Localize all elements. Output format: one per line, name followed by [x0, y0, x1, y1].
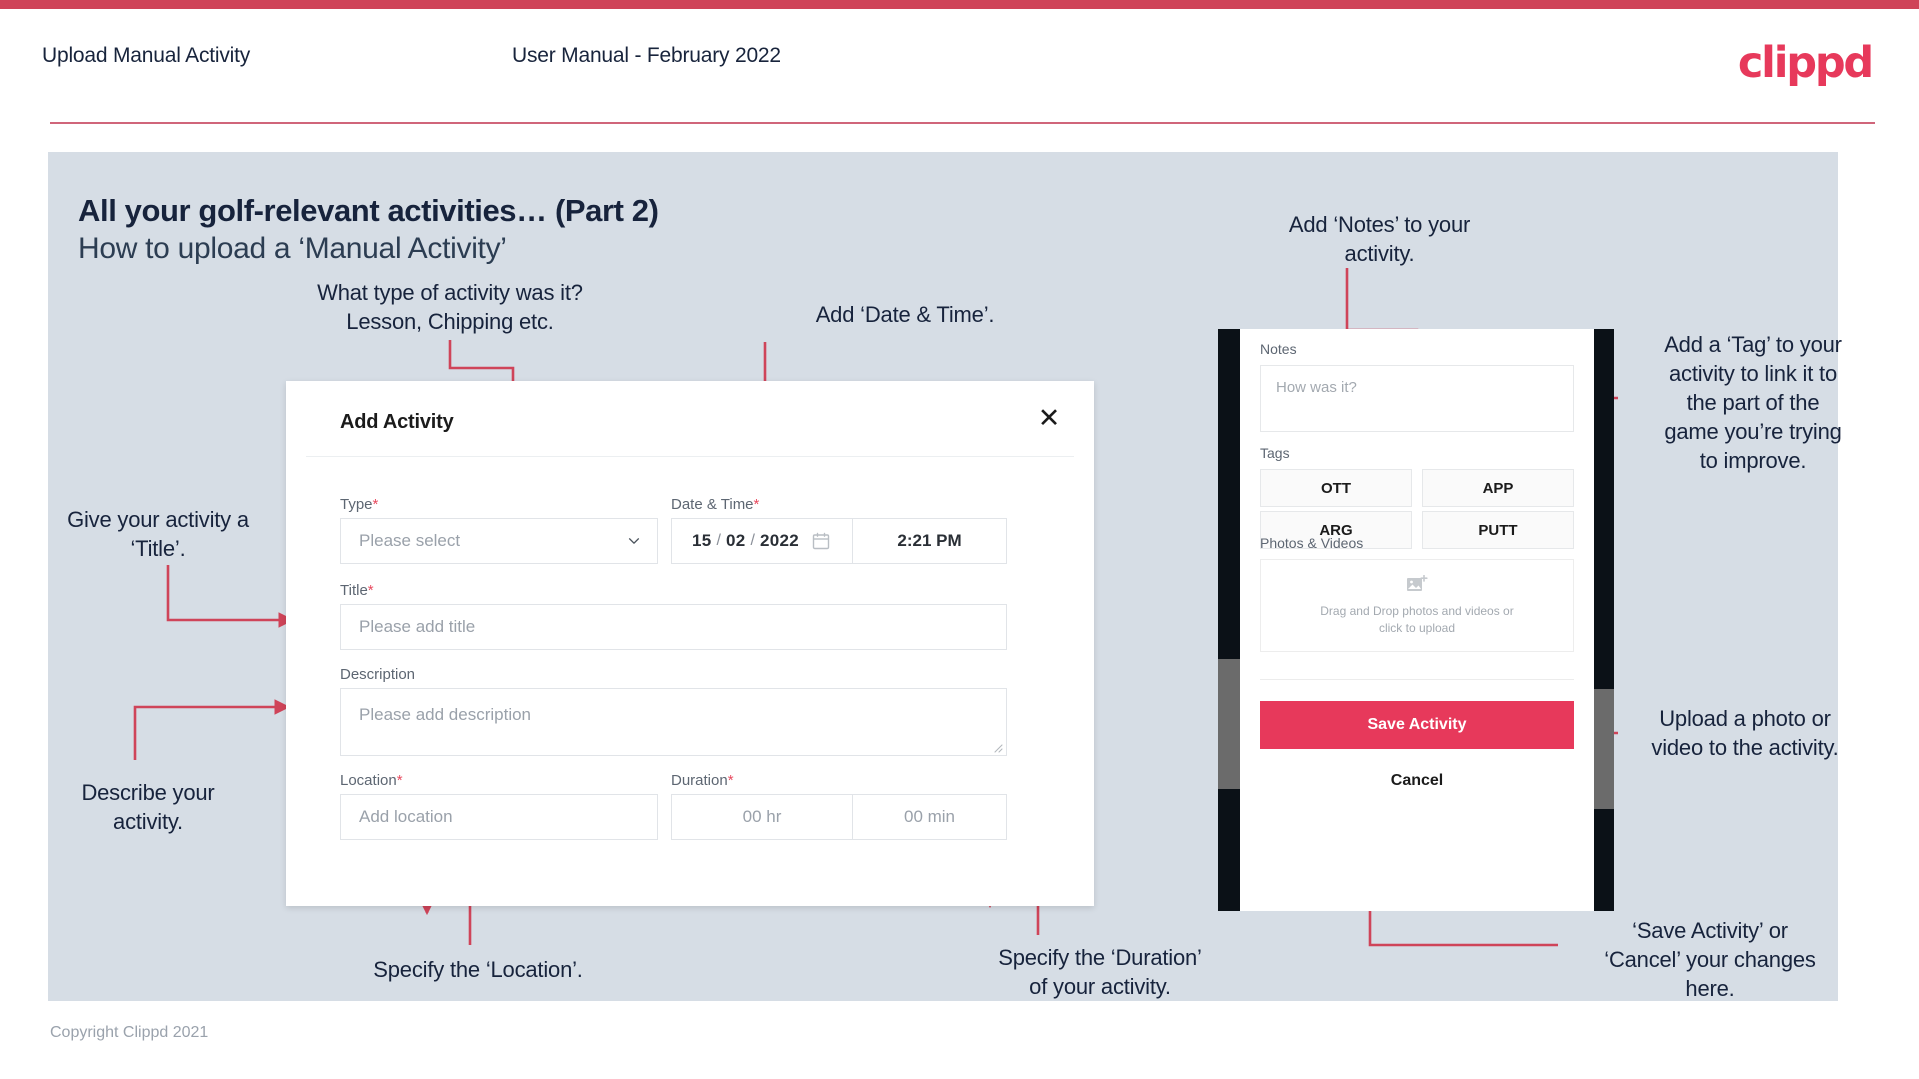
date-separator-2: / — [750, 532, 755, 549]
duration-label-text: Duration — [671, 772, 728, 789]
photo-dropzone[interactable]: Drag and Drop photos and videos or click… — [1260, 559, 1574, 652]
tag-ott[interactable]: OTT — [1260, 469, 1412, 507]
phone-footer-divider — [1260, 679, 1574, 680]
title-placeholder: Please add title — [359, 617, 476, 636]
tag-app-label: APP — [1482, 479, 1514, 497]
annotation-tags: Add a ‘Tag’ to your activity to link it t… — [1664, 332, 1842, 473]
tag-ott-label: OTT — [1321, 479, 1351, 497]
title-label-text: Title — [340, 582, 368, 599]
datetime-required-marker: * — [753, 496, 760, 513]
header-divider — [50, 122, 1875, 124]
location-input[interactable]: Add location — [340, 794, 658, 840]
location-label: Location* — [340, 772, 403, 789]
tag-app[interactable]: APP — [1422, 469, 1574, 507]
calendar-icon[interactable] — [812, 532, 830, 550]
add-image-icon — [1407, 574, 1428, 591]
save-activity-button[interactable]: Save Activity — [1260, 701, 1574, 749]
type-placeholder: Please select — [359, 531, 461, 550]
phone-right-bezel-gray-segment — [1594, 689, 1614, 809]
cancel-button[interactable]: Cancel — [1260, 761, 1574, 801]
title-input[interactable]: Please add title — [340, 604, 1007, 650]
annotation-notes: Add ‘Notes’ to your activity. — [1288, 212, 1471, 266]
annotation-location: Specify the ‘Location’. — [373, 957, 583, 982]
type-label: Type* — [340, 496, 378, 513]
clippd-logo: clippd — [1737, 38, 1874, 88]
tags-label: Tags — [1260, 445, 1290, 461]
time-value: 2:21 PM — [897, 531, 962, 550]
duration-label: Duration* — [671, 772, 734, 789]
photos-label: Photos & Videos — [1260, 535, 1364, 551]
title-label: Title* — [340, 582, 374, 599]
phone-screen: Notes How was it? Tags OTT APP ARG PUTT … — [1240, 329, 1594, 911]
time-input[interactable]: 2:21 PM — [853, 518, 1007, 564]
footer-copyright: Copyright Clippd 2021 — [50, 1024, 209, 1041]
annotation-title: Give your activity a ‘Title’. — [67, 507, 249, 561]
tag-putt-label: PUTT — [1478, 521, 1518, 539]
notes-placeholder: How was it? — [1276, 379, 1357, 396]
title-required-marker: * — [367, 582, 374, 599]
dropzone-line-1: Drag and Drop photos and videos or — [1320, 603, 1514, 618]
date-separator-1: / — [716, 532, 721, 549]
type-required-marker: * — [372, 496, 379, 513]
date-input[interactable]: 15 / 02 / 2022 — [671, 518, 853, 564]
top-accent-stripe — [0, 0, 1919, 9]
duration-hours-input[interactable]: 00 hr — [671, 794, 853, 840]
annotation-save-cancel: ‘Save Activity’ or ‘Cancel’ your changes h… — [1604, 918, 1816, 1001]
slide-title-primary: All your golf-relevant activities… (Part… — [78, 193, 659, 228]
annotation-description: Describe your activity. — [81, 780, 215, 834]
date-month: 02 — [725, 531, 746, 550]
description-placeholder: Please add description — [359, 705, 532, 724]
annotation-photos: Upload a photo or video to the activity. — [1651, 706, 1839, 760]
description-label: Description — [340, 666, 415, 683]
datetime-label-text: Date & Time — [671, 496, 754, 513]
close-icon[interactable]: ✕ — [1034, 403, 1064, 433]
slide-page: Upload Manual Activity User Manual - Feb… — [0, 0, 1919, 1079]
dialog-header-divider — [306, 456, 1074, 457]
duration-minutes-input[interactable]: 00 min — [853, 794, 1007, 840]
phone-left-bezel-gray-segment — [1218, 659, 1240, 789]
date-year: 2022 — [759, 531, 799, 550]
annotation-duration: Specify the ‘Duration’ of your activity. — [998, 945, 1202, 999]
dropzone-line-2: click to upload — [1378, 620, 1456, 635]
dropzone-text: Drag and Drop photos and videos or click… — [1320, 603, 1513, 637]
chevron-down-icon — [628, 538, 640, 544]
annotation-type: What type of activity was it? Lesson, Chi… — [317, 280, 583, 334]
duration-hours-placeholder: 00 hr — [742, 807, 782, 826]
annotation-datetime: Add ‘Date & Time’. — [815, 302, 995, 327]
tag-putt[interactable]: PUTT — [1422, 511, 1574, 549]
dialog-title: Add Activity — [340, 411, 454, 433]
description-textarea[interactable]: Please add description — [340, 688, 1007, 756]
datetime-label: Date & Time* — [671, 496, 759, 513]
slide-title-secondary: How to upload a ‘Manual Activity’ — [78, 232, 507, 265]
type-label-text: Type — [340, 496, 373, 513]
resize-handle-icon[interactable] — [991, 741, 1003, 753]
location-required-marker: * — [396, 772, 403, 789]
duration-required-marker: * — [727, 772, 734, 789]
header-left-title: Upload Manual Activity — [42, 44, 251, 67]
location-placeholder: Add location — [359, 807, 453, 826]
notes-label: Notes — [1260, 341, 1297, 357]
phone-mockup: Notes How was it? Tags OTT APP ARG PUTT … — [1218, 329, 1614, 911]
phone-right-bezel — [1594, 329, 1614, 911]
location-label-text: Location — [340, 772, 397, 789]
add-activity-dialog: Add Activity ✕ Type* Please select Date … — [286, 381, 1094, 906]
header-center-title: User Manual - February 2022 — [512, 44, 781, 67]
description-label-text: Description — [340, 666, 416, 683]
duration-minutes-placeholder: 00 min — [903, 807, 956, 826]
date-day: 15 — [692, 531, 712, 550]
type-select[interactable]: Please select — [340, 518, 658, 564]
phone-left-bezel — [1218, 329, 1240, 911]
notes-textarea[interactable]: How was it? — [1260, 365, 1574, 432]
